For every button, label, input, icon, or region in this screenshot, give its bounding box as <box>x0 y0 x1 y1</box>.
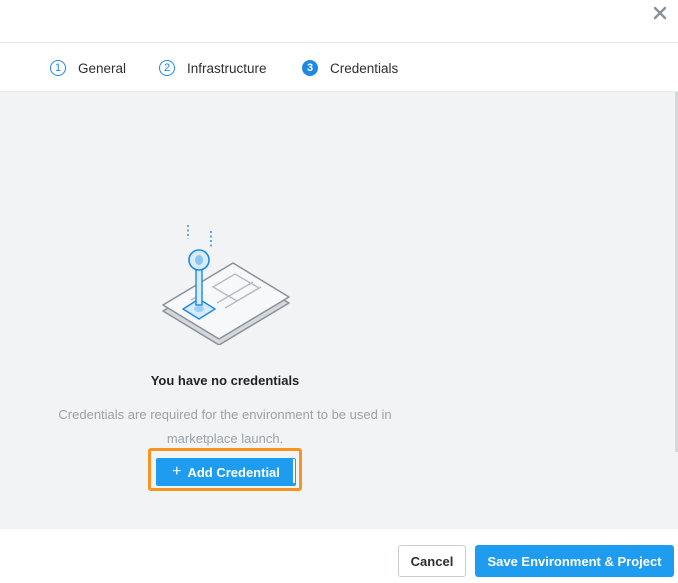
step-number: 2 <box>159 60 175 76</box>
plus-icon: + <box>172 463 182 480</box>
text-cursor <box>293 459 295 483</box>
empty-state-description: Credentials are required for the environ… <box>58 407 392 446</box>
cancel-button[interactable]: Cancel <box>398 545 466 577</box>
dialog-footer: Cancel Save Environment & Project <box>0 529 678 583</box>
wizard-steps: 1 General 2 Infrastructure 3 Credentials <box>0 42 678 92</box>
close-icon <box>653 6 667 20</box>
key-card-illustration <box>162 225 290 345</box>
close-button[interactable] <box>648 1 672 25</box>
step-label: Infrastructure <box>187 60 267 76</box>
save-environment-project-button[interactable]: Save Environment & Project <box>475 545 674 577</box>
step-general[interactable]: 1 General <box>50 43 126 93</box>
credentials-panel: You have no credentials Credentials are … <box>0 92 678 529</box>
add-credential-button[interactable]: + Add Credential <box>156 458 296 486</box>
step-infrastructure[interactable]: 2 Infrastructure <box>159 43 267 93</box>
dialog-header <box>0 0 678 42</box>
step-label: General <box>78 60 127 76</box>
step-number: 3 <box>302 60 318 76</box>
add-credential-label: Add Credential <box>187 464 280 480</box>
step-label: Credentials <box>330 60 399 76</box>
step-credentials[interactable]: 3 Credentials <box>302 43 398 93</box>
step-number: 1 <box>50 60 66 76</box>
empty-state-title: You have no credentials <box>150 373 300 388</box>
